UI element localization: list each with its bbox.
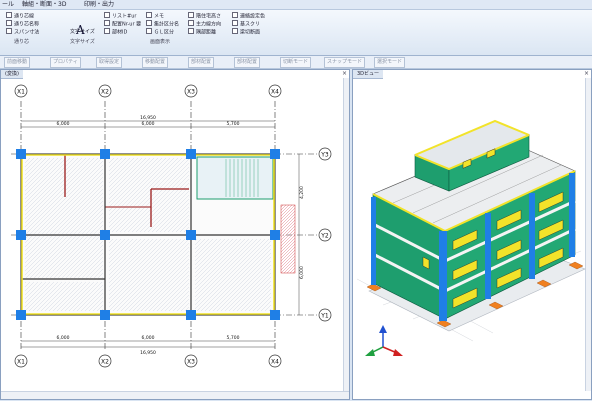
check-label: 通り芯線: [14, 13, 35, 20]
toolbar-button[interactable]: 部材配置: [234, 57, 261, 68]
axis-label: X1: [17, 89, 25, 96]
checkbox-icon: [6, 28, 12, 34]
floor-plan: [16, 149, 296, 320]
check-member-id[interactable]: 部材ID: [104, 28, 128, 36]
check-label: 階住宅高さ: [196, 13, 222, 20]
check-label: 隅部距離: [196, 29, 217, 36]
axis-label: Y1: [320, 313, 329, 320]
toolbar-button[interactable]: 部材配置: [188, 57, 215, 68]
axis-triad-icon: [365, 325, 403, 356]
check-label: 通り芯名称: [14, 21, 40, 28]
toolbar-button[interactable]: 前面移動: [4, 57, 31, 68]
3d-view-pane[interactable]: 3Dビュー ×: [352, 69, 592, 400]
group-label-grid: 通り芯: [14, 39, 30, 45]
checkbox-icon: [146, 28, 152, 34]
check-label: 梁切断面: [240, 29, 261, 36]
checkbox-icon: [232, 12, 238, 18]
axis-label: X4: [271, 359, 279, 366]
checkbox-icon: [188, 28, 194, 34]
check-gl[interactable]: ＧＬ区分: [146, 28, 175, 36]
check-label: 基スクリ: [240, 21, 261, 28]
toolbar-button[interactable]: 移動配置: [142, 57, 169, 68]
toolbar-button[interactable]: 取得設定: [96, 57, 123, 68]
dimension-label: 6,000: [142, 121, 155, 127]
axis-label: X3: [187, 359, 195, 366]
check-label: 集計区分名: [154, 21, 180, 28]
checkbox-icon: [6, 20, 12, 26]
check-grid-line[interactable]: 通り芯線: [6, 12, 35, 20]
checkbox-icon: [6, 12, 12, 18]
font-size-button[interactable]: 文字サイズ: [70, 29, 95, 35]
check-floor-height[interactable]: 階住宅高さ: [188, 12, 222, 20]
toolbar-button[interactable]: プロパティ: [50, 57, 81, 68]
plan-view-tab[interactable]: (変換): [1, 70, 23, 79]
checkbox-icon: [146, 20, 152, 26]
toolbar-button[interactable]: 選択モード: [374, 57, 406, 68]
checkbox-icon: [104, 20, 110, 26]
menu-item[interactable]: 印刷・出力: [84, 0, 114, 9]
check-color[interactable]: 連絡設定色: [232, 12, 266, 20]
check-memo[interactable]: メモ: [146, 12, 165, 20]
dimension-label: 6,000: [299, 266, 305, 279]
toolbar-button[interactable]: 切断モード: [280, 57, 312, 68]
check-label: メモ: [154, 13, 165, 20]
check-beam-section[interactable]: 梁切断面: [232, 28, 261, 36]
checkbox-icon: [146, 12, 152, 18]
dimension-label: 6,000: [57, 121, 70, 127]
checkbox-icon: [104, 12, 110, 18]
dimension-label: 16,950: [140, 350, 156, 356]
group-label-display: 画面表示: [150, 39, 171, 45]
toolbar-button[interactable]: スナップモード: [324, 57, 366, 68]
check-label: 主力線方向: [196, 21, 222, 28]
check-corner[interactable]: 隅部距離: [188, 28, 217, 36]
group-label-font: 文字サイズ: [70, 39, 95, 45]
3d-view-tab[interactable]: 3Dビュー: [353, 70, 384, 79]
checkbox-icon: [104, 28, 110, 34]
axis-label: X2: [101, 89, 109, 96]
check-label: 連絡設定色: [240, 13, 266, 20]
plan-drawing[interactable]: X1 X2 X3 X4 X1 X2 X3 X4 Y3 Y2 Y1 16,950 …: [1, 79, 345, 401]
axis-label: X2: [101, 359, 109, 366]
axis-label: X3: [187, 89, 195, 96]
check-label: スパン寸法: [14, 29, 40, 36]
close-icon[interactable]: ×: [342, 70, 347, 78]
menu-bar: ール 軸組・断面・3D 印刷・出力: [0, 0, 592, 10]
check-label: 部材ID: [112, 29, 128, 36]
menu-item[interactable]: 軸組・断面・3D: [22, 0, 66, 9]
checkbox-icon: [188, 20, 194, 26]
check-span-dim[interactable]: スパン寸法: [6, 28, 40, 36]
axis-label: Y2: [320, 233, 329, 240]
check-summary[interactable]: 集計区分名: [146, 20, 180, 28]
dimension-label: 5,700: [227, 121, 240, 127]
check-list[interactable]: リスト#ur: [104, 12, 137, 20]
check-grid-name[interactable]: 通り芯名称: [6, 20, 40, 28]
ribbon: 通り芯線 通り芯名称 スパン寸法 A 文字サイズ リスト#ur 配置Nr-ur …: [0, 10, 592, 56]
dimension-label: 6,000: [142, 335, 155, 341]
menu-item[interactable]: ール: [2, 0, 14, 9]
dimension-label: 5,700: [227, 335, 240, 341]
check-label: リスト#ur: [112, 13, 137, 20]
plan-view-pane[interactable]: (変換) × X1 X2 X3 X4 X1 X2 X3 X4 Y3 Y2 Y1 …: [0, 69, 350, 400]
close-icon[interactable]: ×: [584, 70, 589, 78]
3d-model[interactable]: [353, 79, 587, 401]
checkbox-icon: [232, 28, 238, 34]
dimension-label: 16,950: [140, 115, 156, 121]
check-screen[interactable]: 基スクリ: [232, 20, 261, 28]
check-direction[interactable]: 主力線方向: [188, 20, 222, 28]
axis-label: X4: [271, 89, 279, 96]
check-label: 配置Nr-ur 要: [112, 21, 142, 28]
checkbox-icon: [188, 12, 194, 18]
check-label: ＧＬ区分: [154, 29, 175, 36]
check-placement[interactable]: 配置Nr-ur 要: [104, 20, 142, 28]
axis-label: X1: [17, 359, 25, 366]
checkbox-icon: [232, 20, 238, 26]
dimension-label: 6,000: [57, 335, 70, 341]
dimension-label: 4,200: [299, 186, 305, 199]
axis-label: Y3: [320, 152, 329, 159]
